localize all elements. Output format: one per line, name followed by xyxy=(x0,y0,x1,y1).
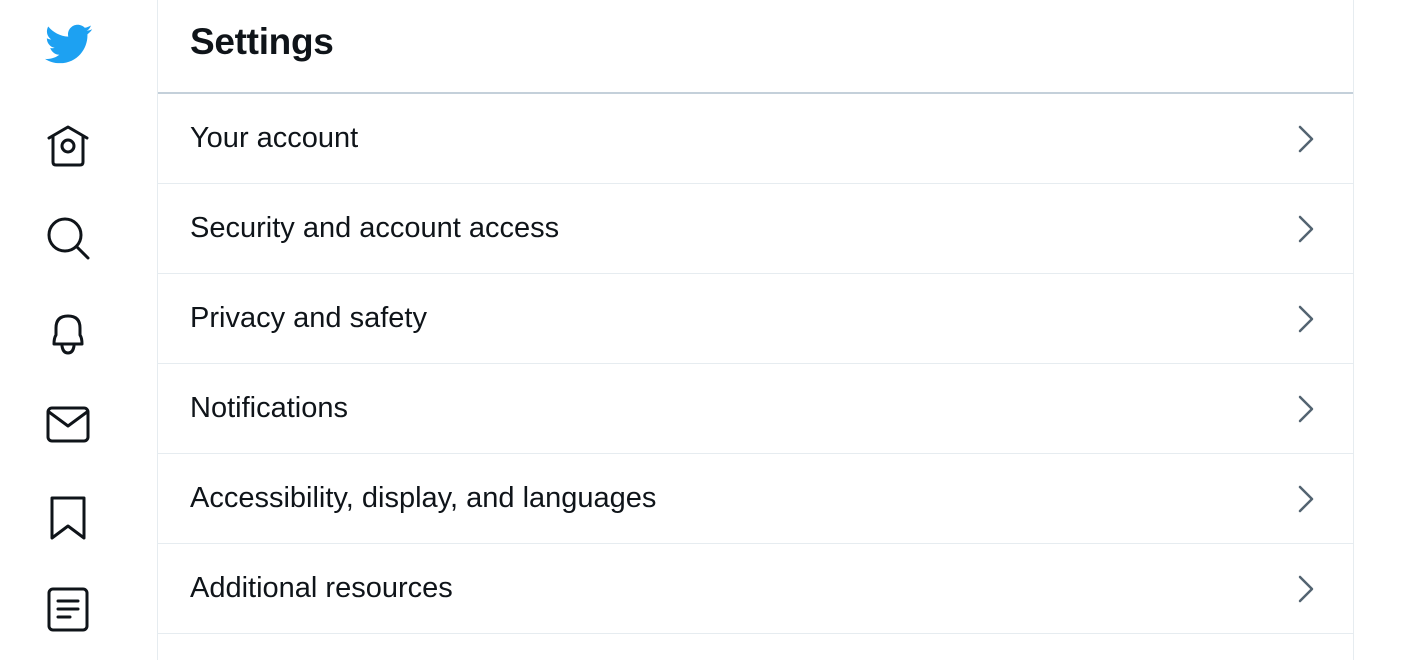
settings-panel: Settings Your account Security and accou… xyxy=(157,0,1354,660)
nav-bookmarks[interactable] xyxy=(40,490,96,546)
settings-header: Settings xyxy=(158,0,1353,94)
chevron-right-icon xyxy=(1295,574,1317,604)
chevron-right-icon xyxy=(1295,214,1317,244)
settings-item-accessibility[interactable]: Accessibility, display, and languages xyxy=(158,454,1353,544)
settings-item-label: Notifications xyxy=(190,392,348,424)
list-document-icon xyxy=(44,585,92,633)
left-nav xyxy=(0,0,136,660)
mail-icon xyxy=(44,400,92,448)
settings-item-privacy[interactable]: Privacy and safety xyxy=(158,274,1353,364)
chevron-right-icon xyxy=(1295,304,1317,334)
settings-item-additional-resources[interactable]: Additional resources xyxy=(158,544,1353,634)
page-title: Settings xyxy=(190,21,334,62)
nav-messages[interactable] xyxy=(40,396,96,452)
nav-logo-link[interactable] xyxy=(40,16,96,72)
bookmark-icon xyxy=(44,494,92,542)
chevron-right-icon xyxy=(1295,394,1317,424)
settings-item-label: Security and account access xyxy=(190,212,560,244)
nav-home[interactable] xyxy=(40,118,96,174)
settings-item-label: Additional resources xyxy=(190,572,453,604)
chevron-right-icon xyxy=(1295,484,1317,514)
twitter-settings-app: Settings Your account Security and accou… xyxy=(0,0,1402,660)
settings-list: Your account Security and account access… xyxy=(158,94,1353,634)
bell-icon xyxy=(44,308,92,356)
search-icon xyxy=(44,214,92,262)
nav-explore[interactable] xyxy=(40,210,96,266)
twitter-bird-icon xyxy=(40,19,96,69)
nav-notifications[interactable] xyxy=(40,304,96,360)
settings-item-label: Accessibility, display, and languages xyxy=(190,482,657,514)
settings-item-label: Your account xyxy=(190,122,359,154)
settings-item-security[interactable]: Security and account access xyxy=(158,184,1353,274)
nav-lists[interactable] xyxy=(40,581,96,637)
settings-item-label: Privacy and safety xyxy=(190,302,427,334)
settings-item-notifications[interactable]: Notifications xyxy=(158,364,1353,454)
home-icon xyxy=(44,122,92,170)
settings-item-your-account[interactable]: Your account xyxy=(158,94,1353,184)
chevron-right-icon xyxy=(1295,124,1317,154)
